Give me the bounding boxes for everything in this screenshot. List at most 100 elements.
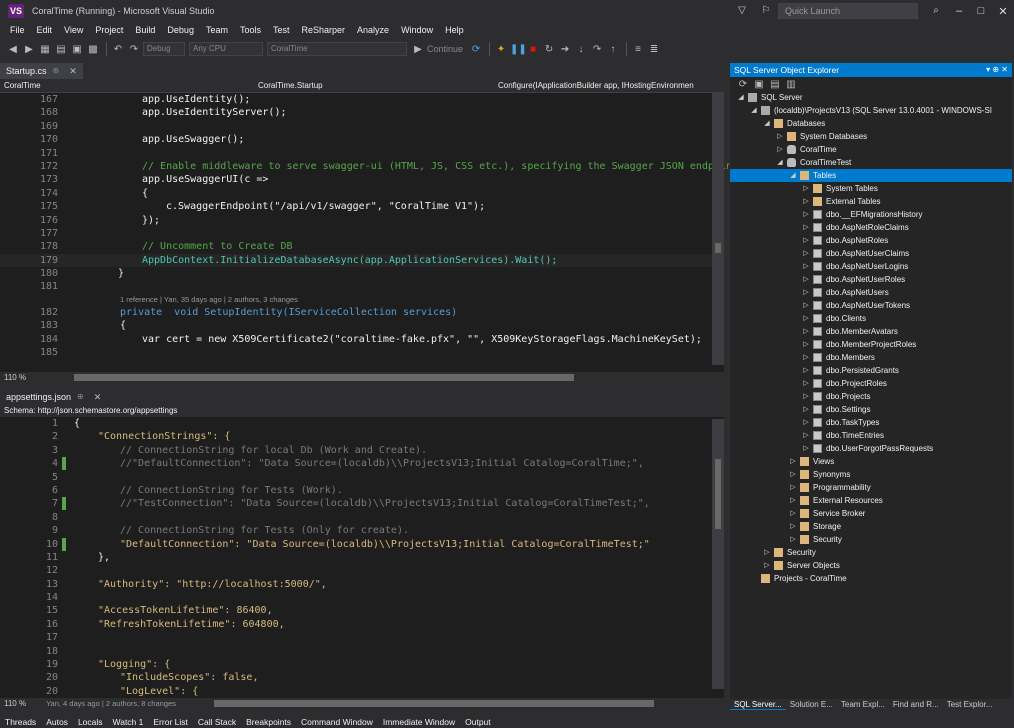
step-into-icon[interactable]: ↓ [574,44,588,55]
tree-item[interactable]: ▷ dbo.AspNetUsers [730,286,1012,299]
tab-team-explorer[interactable]: Team Expl... [837,699,889,710]
horizontal-scrollbar[interactable] [214,700,654,707]
nav-project-dropdown[interactable]: CoralTime [4,79,41,93]
horizontal-scrollbar[interactable] [74,374,574,381]
expand-arrow-icon[interactable]: ▷ [801,221,811,234]
refresh-icon[interactable]: ⟳ [736,79,750,90]
tab-test-explorer[interactable]: Test Explor... [943,699,997,710]
open-file-icon[interactable]: ▤ [54,44,68,55]
collapse-arrow-icon[interactable]: ◢ [749,104,759,117]
tree-item[interactable]: ▷ Synonyms [730,468,1012,481]
tree-item[interactable]: Projects - CoralTime [730,572,1012,585]
expand-arrow-icon[interactable]: ▷ [801,208,811,221]
tree-item[interactable]: ◢ Databases [730,117,1012,130]
expand-arrow-icon[interactable]: ▷ [801,338,811,351]
tree-item[interactable]: ▷ Security [730,546,1012,559]
tree-item[interactable]: ▷ dbo.AspNetRoleClaims [730,221,1012,234]
tab-output[interactable]: Output [460,716,496,728]
tree-item[interactable]: ▷ Service Broker [730,507,1012,520]
comment-icon[interactable]: ≡ [631,44,645,55]
disconnect-icon[interactable]: ▤ [768,79,782,90]
collapse-arrow-icon[interactable]: ◢ [736,91,746,104]
undo-icon[interactable]: ↶ [111,44,125,55]
expand-arrow-icon[interactable]: ▷ [801,312,811,325]
tab-error-list[interactable]: Error List [148,716,192,728]
expand-arrow-icon[interactable]: ▷ [801,416,811,429]
expand-arrow-icon[interactable]: ▷ [788,481,798,494]
menu-test[interactable]: Test [267,22,296,39]
expand-arrow-icon[interactable]: ▷ [788,494,798,507]
code-area[interactable]: 1{ 2 "ConnectionStrings": { 3// Connectio… [0,417,724,712]
tab-autos[interactable]: Autos [41,716,73,728]
pin-icon[interactable]: ⊕ [53,63,60,79]
uncomment-icon[interactable]: ≣ [647,44,661,55]
expand-arrow-icon[interactable]: ▷ [801,377,811,390]
tree-item[interactable]: ◢ CoralTimeTest [730,156,1012,169]
tree-item[interactable]: ▷ dbo.AspNetUserRoles [730,273,1012,286]
expand-arrow-icon[interactable]: ▷ [788,533,798,546]
search-icon[interactable]: ⌕ [928,3,944,19]
platform-dropdown[interactable]: Any CPU [189,42,263,56]
nav-member-dropdown[interactable]: Configure(IApplicationBuilder app, IHost… [498,79,694,93]
pin-icon[interactable]: ⊕ [992,65,999,74]
expand-arrow-icon[interactable]: ▷ [788,455,798,468]
dropdown-icon[interactable]: ▾ [986,65,990,74]
expand-arrow-icon[interactable]: ▷ [801,182,811,195]
redo-icon[interactable]: ↷ [127,44,141,55]
tree-item[interactable]: ◢ (localdb)\ProjectsV13 (SQL Server 13.0.… [730,104,1012,117]
tab-startup-cs[interactable]: Startup.cs ⊕ ✕ [0,63,83,79]
menu-edit[interactable]: Edit [31,22,59,39]
menu-resharper[interactable]: ReSharper [296,22,352,39]
close-tab-icon[interactable]: ✕ [69,63,77,79]
tree-item[interactable]: ◢ Tables [730,169,1012,182]
expand-arrow-icon[interactable]: ▷ [801,364,811,377]
tree-item[interactable]: ▷ dbo.MemberAvatars [730,325,1012,338]
minimize-button[interactable]: – [948,5,970,17]
expand-arrow-icon[interactable]: ▷ [775,143,785,156]
scrollbar-thumb[interactable] [715,243,721,253]
vertical-scrollbar[interactable] [712,93,724,365]
scrollbar-thumb[interactable] [715,459,721,529]
tree-item[interactable]: ▷ dbo.Members [730,351,1012,364]
tree-item[interactable]: ▷ External Tables [730,195,1012,208]
object-tree[interactable]: ◢ SQL Server ◢ (localdb)\ProjectsV13 (SQL S… [730,91,1012,585]
expand-arrow-icon[interactable]: ▷ [775,130,785,143]
expand-arrow-icon[interactable]: ▷ [801,299,811,312]
tab-immediate-window[interactable]: Immediate Window [378,716,460,728]
expand-arrow-icon[interactable]: ▷ [801,260,811,273]
menu-file[interactable]: File [4,22,31,39]
tab-breakpoints[interactable]: Breakpoints [241,716,296,728]
tree-item[interactable]: ▷ Programmability [730,481,1012,494]
menu-analyze[interactable]: Analyze [351,22,395,39]
new-project-icon[interactable]: ▦ [38,44,52,55]
back-icon[interactable]: ◀ [6,44,20,55]
expand-arrow-icon[interactable]: ▷ [801,390,811,403]
tab-command-window[interactable]: Command Window [296,716,378,728]
show-next-statement-icon[interactable]: ➔ [558,44,572,55]
nav-class-dropdown[interactable]: CoralTime.Startup [258,79,323,93]
tree-item[interactable]: ▷ dbo.PersistedGrants [730,364,1012,377]
tab-call-stack[interactable]: Call Stack [193,716,241,728]
tree-item[interactable]: ▷ System Tables [730,182,1012,195]
menu-team[interactable]: Team [200,22,234,39]
tab-locals[interactable]: Locals [73,716,108,728]
codelens-info[interactable]: 1 reference | Yan, 35 days ago | 2 autho… [0,294,724,306]
add-server-icon[interactable]: ▣ [752,79,766,90]
tree-item[interactable]: ▷ dbo.MemberProjectRoles [730,338,1012,351]
expand-arrow-icon[interactable]: ▷ [788,507,798,520]
tree-item[interactable]: ▷ dbo.Settings [730,403,1012,416]
forward-icon[interactable]: ▶ [22,44,36,55]
continue-icon[interactable]: ▶ [411,44,425,55]
tab-find-and-replace[interactable]: Find and R... [889,699,943,710]
tree-item[interactable]: ▷ dbo.ProjectRoles [730,377,1012,390]
code-area[interactable]: 167 app.UseIdentity(); 168 app.UseIdentity… [0,93,744,359]
filter-icon[interactable]: ▽ [734,3,750,19]
close-icon[interactable]: ✕ [1001,65,1008,74]
tab-watch-1[interactable]: Watch 1 [108,716,149,728]
menu-tools[interactable]: Tools [234,22,267,39]
pause-icon[interactable]: ❚❚ [510,44,527,55]
refresh-icon[interactable]: ⟳ [469,44,483,55]
collapse-arrow-icon[interactable]: ◢ [762,117,772,130]
tab-sql-server[interactable]: SQL Server... [730,699,786,710]
collapse-arrow-icon[interactable]: ◢ [775,156,785,169]
